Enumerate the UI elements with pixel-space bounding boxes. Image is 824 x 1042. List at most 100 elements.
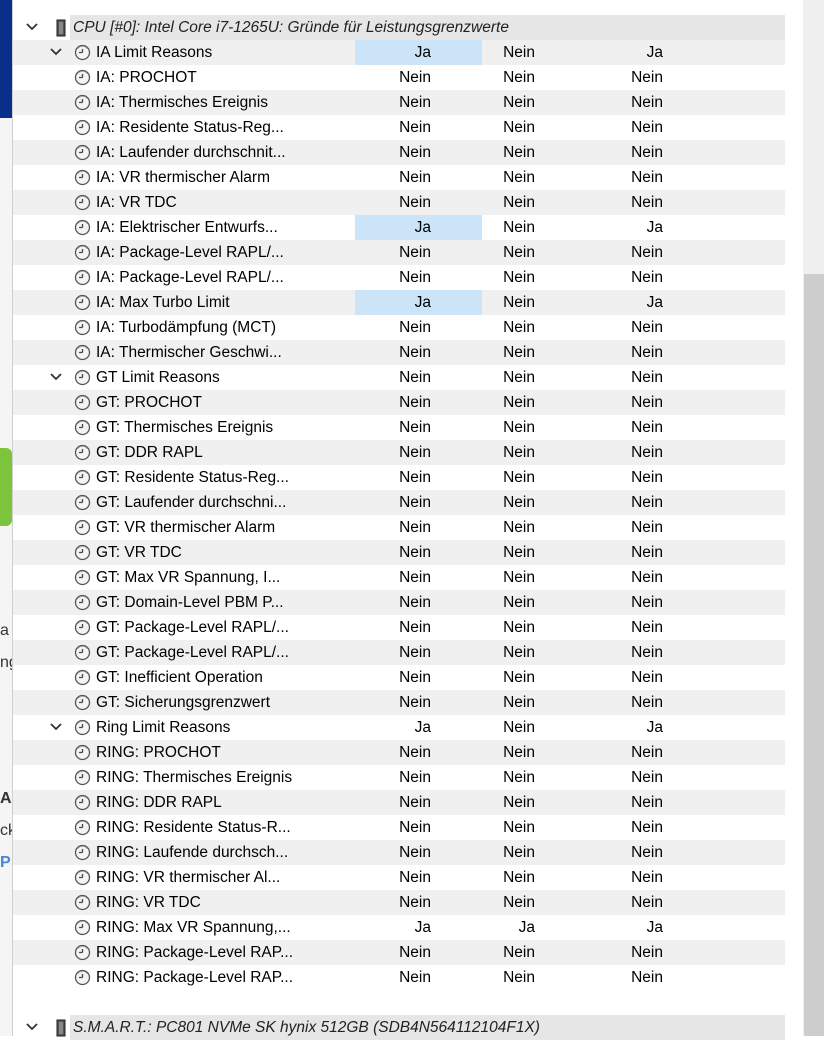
sensor-row[interactable]: IA: PROCHOT Nein Nein Nein	[13, 65, 785, 90]
chevron-down-icon[interactable]	[25, 1020, 39, 1034]
sensor-label: RING: VR TDC	[96, 894, 201, 911]
minimum-value: Nein	[503, 894, 535, 911]
current-value: Nein	[399, 344, 431, 361]
chevron-down-icon[interactable]	[49, 370, 63, 384]
minimum-value: Nein	[503, 844, 535, 861]
maximum-value: Ja	[646, 44, 663, 61]
sensor-row[interactable]: IA: Max Turbo Limit Ja Nein Ja	[13, 290, 785, 315]
background-green-shape	[0, 448, 12, 526]
sensor-row[interactable]: IA: VR TDC Nein Nein Nein	[13, 190, 785, 215]
minimum-value: Nein	[503, 94, 535, 111]
sensor-label: GT: Max VR Spannung, I...	[96, 569, 281, 586]
sensor-row[interactable]: IA: VR thermischer Alarm Nein Nein Nein	[13, 165, 785, 190]
maximum-value: Nein	[631, 94, 663, 111]
chevron-down-icon[interactable]	[49, 45, 63, 59]
sensor-row[interactable]: IA: Residente Status-Reg... Nein Nein Nein	[13, 115, 785, 140]
maximum-value: Nein	[631, 244, 663, 261]
sensor-row[interactable]: IA: Laufender durchschnit... Nein Nein Nein	[13, 140, 785, 165]
sensor-row[interactable]: GT: VR TDC Nein Nein Nein	[13, 540, 785, 565]
sensor-group-row[interactable]: Ring Limit Reasons Ja Nein Ja	[13, 715, 785, 740]
cpu-sensor-group-header[interactable]: CPU [#0]: Intel Core i7-1265U: Gründe fü…	[13, 15, 785, 40]
current-value: Nein	[399, 794, 431, 811]
sensor-row[interactable]: RING: Laufende durchsch... Nein Nein Nein	[13, 840, 785, 865]
sensor-label: GT: Residente Status-Reg...	[96, 469, 289, 486]
maximum-value: Ja	[646, 294, 663, 311]
maximum-value: Nein	[631, 769, 663, 786]
clock-icon	[74, 794, 91, 811]
current-value: Nein	[399, 544, 431, 561]
chevron-down-icon[interactable]	[25, 20, 39, 34]
maximum-value: Nein	[631, 594, 663, 611]
sensor-group-row[interactable]: GT Limit Reasons Nein Nein Nein	[13, 365, 785, 390]
minimum-value: Nein	[503, 619, 535, 636]
current-value: Nein	[399, 94, 431, 111]
vertical-scrollbar[interactable]	[803, 0, 824, 1036]
sensor-row[interactable]: RING: Residente Status-R... Nein Nein Nein	[13, 815, 785, 840]
clock-icon	[74, 569, 91, 586]
clock-icon	[74, 669, 91, 686]
scrollbar-thumb[interactable]	[804, 274, 824, 1036]
clock-icon	[74, 969, 91, 986]
sensor-row[interactable]: GT: Thermisches Ereignis Nein Nein Nein	[13, 415, 785, 440]
sensor-row[interactable]: GT: Max VR Spannung, I... Nein Nein Nein	[13, 565, 785, 590]
sensor-group-row[interactable]: IA Limit Reasons Ja Nein Ja	[13, 40, 785, 65]
sensor-row[interactable]: RING: Max VR Spannung,... Ja Ja Ja	[13, 915, 785, 940]
sensor-row[interactable]: GT: Residente Status-Reg... Nein Nein Nein	[13, 465, 785, 490]
minimum-value: Nein	[503, 519, 535, 536]
sensor-label: IA Limit Reasons	[96, 44, 213, 61]
sensor-row[interactable]: RING: DDR RAPL Nein Nein Nein	[13, 790, 785, 815]
chevron-down-icon[interactable]	[49, 720, 63, 734]
sensor-label: GT: Domain-Level PBM P...	[96, 594, 284, 611]
sensor-row[interactable]: IA: Turbodämpfung (MCT) Nein Nein Nein	[13, 315, 785, 340]
clock-icon	[74, 694, 91, 711]
sensor-row[interactable]: IA: Package-Level RAPL/... Nein Nein Nein	[13, 240, 785, 265]
sensor-label: GT: VR thermischer Alarm	[96, 519, 276, 536]
sensor-row[interactable]: RING: PROCHOT Nein Nein Nein	[13, 740, 785, 765]
sensor-row[interactable]: RING: Package-Level RAP... Nein Nein Nein	[13, 940, 785, 965]
sensor-row[interactable]: RING: Thermisches Ereignis Nein Nein Nein	[13, 765, 785, 790]
sensor-row[interactable]: IA: Thermisches Ereignis Nein Nein Nein	[13, 90, 785, 115]
minimum-value: Nein	[503, 319, 535, 336]
clock-icon	[74, 519, 91, 536]
sensor-row[interactable]: RING: VR TDC Nein Nein Nein	[13, 890, 785, 915]
sensor-label: GT: Sicherungsgrenzwert	[96, 694, 271, 711]
sensor-row[interactable]: GT: Inefficient Operation Nein Nein Nein	[13, 665, 785, 690]
background-text-fragment: A	[0, 790, 12, 807]
sensor-row[interactable]: IA: Thermischer Geschwi... Nein Nein Nein	[13, 340, 785, 365]
background-text-fragment: a	[0, 622, 9, 639]
maximum-value: Nein	[631, 569, 663, 586]
sensor-row[interactable]: IA: Package-Level RAPL/... Nein Nein Nein	[13, 265, 785, 290]
sensor-label: GT: Thermisches Ereignis	[96, 419, 274, 436]
sensor-row[interactable]: GT: PROCHOT Nein Nein Nein	[13, 390, 785, 415]
minimum-value: Nein	[503, 419, 535, 436]
minimum-value: Nein	[503, 594, 535, 611]
sensor-row[interactable]: GT: Package-Level RAPL/... Nein Nein Nein	[13, 640, 785, 665]
sensor-row[interactable]: GT: Package-Level RAPL/... Nein Nein Nein	[13, 615, 785, 640]
current-value: Nein	[399, 569, 431, 586]
maximum-value: Ja	[646, 219, 663, 236]
clock-icon	[74, 494, 91, 511]
sensor-row[interactable]: IA: Elektrischer Entwurfs... Ja Nein Ja	[13, 215, 785, 240]
smart-sensor-group-header[interactable]: S.M.A.R.T.: PC801 NVMe SK hynix 512GB (S…	[13, 1015, 785, 1040]
clock-icon	[74, 194, 91, 211]
sensor-row[interactable]: GT: Domain-Level PBM P... Nein Nein Nein	[13, 590, 785, 615]
minimum-value: Nein	[503, 119, 535, 136]
minimum-value: Nein	[503, 344, 535, 361]
sensor-row[interactable]: GT: Sicherungsgrenzwert Nein Nein Nein	[13, 690, 785, 715]
maximum-value: Nein	[631, 369, 663, 386]
maximum-value: Nein	[631, 444, 663, 461]
sensor-row[interactable]: GT: Laufender durchschni... Nein Nein Nein	[13, 490, 785, 515]
clock-icon	[74, 469, 91, 486]
clock-icon	[74, 69, 91, 86]
minimum-value: Nein	[503, 719, 535, 736]
sensor-label: Ring Limit Reasons	[96, 719, 231, 736]
sensor-row[interactable]: GT: VR thermischer Alarm Nein Nein Nein	[13, 515, 785, 540]
minimum-value: Nein	[503, 144, 535, 161]
sensor-row[interactable]: RING: VR thermischer Al... Nein Nein Nein	[13, 865, 785, 890]
sensor-row[interactable]: RING: Package-Level RAP... Nein Nein Nein	[13, 965, 785, 990]
clock-icon	[74, 344, 91, 361]
maximum-value: Nein	[631, 819, 663, 836]
sensor-row[interactable]: GT: DDR RAPL Nein Nein Nein	[13, 440, 785, 465]
current-value: Nein	[399, 194, 431, 211]
current-value: Nein	[399, 694, 431, 711]
